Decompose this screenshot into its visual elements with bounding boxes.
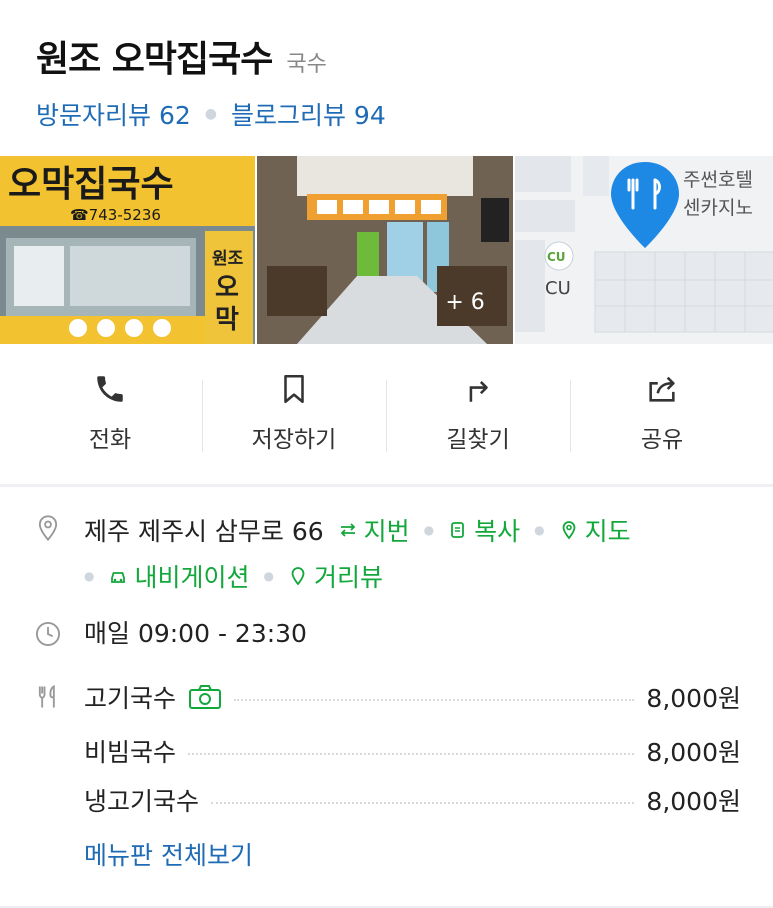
separator-dot: ● xyxy=(534,523,545,537)
phone-icon xyxy=(97,376,123,402)
hours-row: 매일 09:00 - 23:30 xyxy=(34,616,741,652)
location-pin-icon xyxy=(34,510,64,546)
lot-number-link[interactable]: 지번 xyxy=(338,512,410,548)
share-label: 공유 xyxy=(640,427,684,453)
map-image: CU CU 주썬호텔 센카지노 xyxy=(514,156,773,344)
street-view-icon xyxy=(291,567,305,586)
menu-section: 고기국수 8,000원 비빔국수 8,000원 냉고기국수 8,000원 메뉴판… xyxy=(34,670,741,872)
navigation-label: 내비게이션 xyxy=(134,563,250,592)
menu-item-name: 냉고기국수 xyxy=(84,787,200,816)
map-link[interactable]: 지도 xyxy=(559,512,631,548)
more-photos-count: + 6 xyxy=(445,290,485,315)
address-row: 제주 제주시 삼무로 66 지번 ● 복사 ● 지도 ● 내비게이션 ● 거리뷰 xyxy=(34,510,741,596)
svg-text:막: 막 xyxy=(215,305,239,335)
menu-item-price: 8,000원 xyxy=(646,738,741,767)
menu-item-name: 고기국수 xyxy=(84,684,177,713)
menu-item: 고기국수 8,000원 xyxy=(84,670,741,724)
storefront-image: 오막집국수 ☎743-5236 원조 오 막 xyxy=(0,156,256,344)
utensils-icon xyxy=(34,670,64,724)
separator-dot: ● xyxy=(263,569,274,583)
save-button[interactable]: 저장하기 xyxy=(202,372,386,456)
menu-item-price: 8,000원 xyxy=(646,787,741,816)
copy-link[interactable]: 복사 xyxy=(448,512,520,548)
bookmark-icon xyxy=(284,374,304,404)
menu-item: 냉고기국수 8,000원 xyxy=(84,778,741,822)
car-icon xyxy=(111,572,126,583)
map-label-casino: 센카지노 xyxy=(683,197,753,219)
share-icon xyxy=(649,376,675,402)
place-category: 국수 xyxy=(286,52,327,77)
svg-text:오: 오 xyxy=(215,273,239,303)
storefront-sign: 오막집국수 xyxy=(8,164,174,205)
street-view-link[interactable]: 거리뷰 xyxy=(288,558,383,594)
title-row: 원조 오막집국수 국수 xyxy=(36,30,753,82)
directions-label: 길찾기 xyxy=(446,427,510,453)
lot-number-label: 지번 xyxy=(363,517,410,546)
blog-reviews-link[interactable]: 블로그리뷰 94 xyxy=(231,96,386,132)
copy-label: 복사 xyxy=(474,517,521,546)
section-divider xyxy=(0,484,773,487)
interior-image xyxy=(257,156,513,344)
interior-photo[interactable]: + 6 xyxy=(257,156,513,344)
save-label: 저장하기 xyxy=(251,427,337,453)
map-label-cu-icon: CU xyxy=(547,250,566,264)
visitor-reviews-link[interactable]: 방문자리뷰 62 xyxy=(36,96,191,132)
action-bar: 전화 저장하기 길찾기 공유 xyxy=(18,372,754,456)
storefront-phone: ☎743-5236 xyxy=(70,206,161,224)
dotted-leader xyxy=(211,802,635,804)
storefront-photo[interactable]: 오막집국수 ☎743-5236 원조 오 막 xyxy=(0,156,256,344)
map-label: 지도 xyxy=(584,517,631,546)
map-label-cu: CU xyxy=(545,278,571,299)
call-button[interactable]: 전화 xyxy=(18,372,202,456)
navigation-link[interactable]: 내비게이션 xyxy=(108,558,250,594)
directions-icon xyxy=(469,381,488,402)
photo-strip: 오막집국수 ☎743-5236 원조 오 막 + 6 CU CU 주썬호텔 센카… xyxy=(0,156,773,344)
svg-text:원조: 원조 xyxy=(212,249,244,269)
map-thumbnail[interactable]: CU CU 주썬호텔 센카지노 xyxy=(514,156,773,344)
street-view-label: 거리뷰 xyxy=(313,563,383,592)
separator-dot: ● xyxy=(204,106,217,122)
separator-dot: ● xyxy=(84,569,95,583)
place-title: 원조 오막집국수 xyxy=(36,39,273,80)
separator-dot: ● xyxy=(423,523,435,537)
hours-text: 매일 09:00 - 23:30 xyxy=(84,619,307,648)
copy-icon xyxy=(451,522,465,538)
menu-item: 비빔국수 8,000원 xyxy=(84,724,741,778)
menu-item-price: 8,000원 xyxy=(646,684,741,713)
directions-button[interactable]: 길찾기 xyxy=(386,372,570,456)
menu-item-name: 비빔국수 xyxy=(84,738,177,767)
share-button[interactable]: 공유 xyxy=(570,372,754,456)
map-label-hotel: 주썬호텔 xyxy=(683,169,753,191)
clock-icon xyxy=(34,616,64,652)
review-links: 방문자리뷰 62 ● 블로그리뷰 94 xyxy=(36,96,753,132)
place-info: 제주 제주시 삼무로 66 지번 ● 복사 ● 지도 ● 내비게이션 ● 거리뷰… xyxy=(34,510,741,872)
swap-icon xyxy=(340,523,355,537)
camera-icon[interactable] xyxy=(188,684,222,710)
call-label: 전화 xyxy=(88,427,132,453)
dotted-leader xyxy=(234,699,635,701)
address-text: 제주 제주시 삼무로 66 xyxy=(84,517,324,546)
place-header: 원조 오막집국수 국수 방문자리뷰 62 ● 블로그리뷰 94 xyxy=(36,30,753,132)
map-pin-outline-icon xyxy=(562,521,576,540)
full-menu-link[interactable]: 메뉴판 전체보기 xyxy=(84,836,253,872)
dotted-leader xyxy=(188,753,635,755)
